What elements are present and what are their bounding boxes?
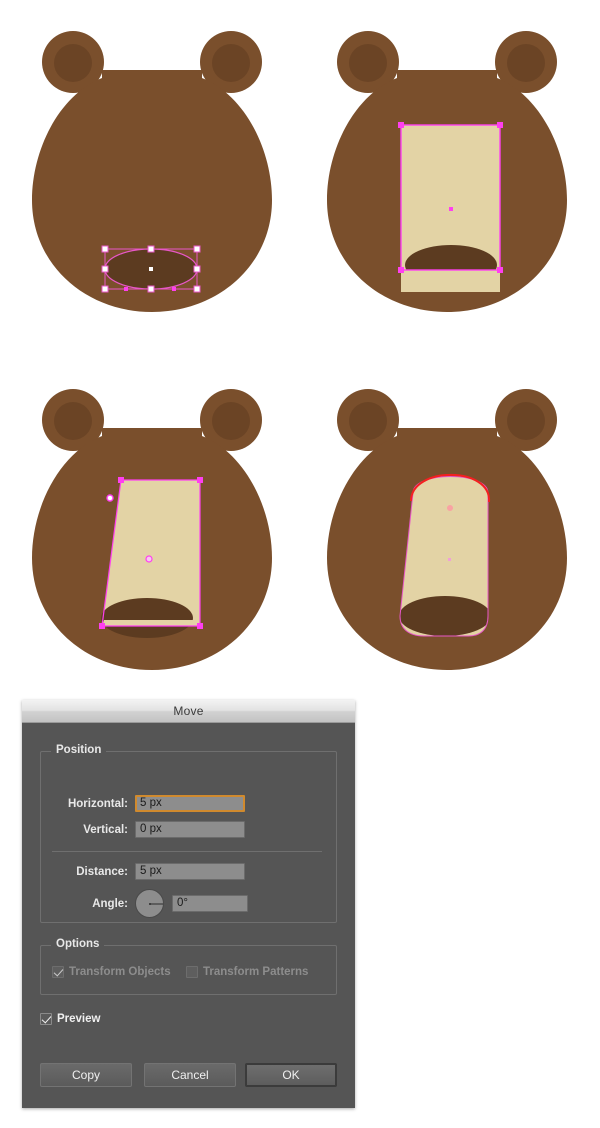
bear-inner-ear-left bbox=[349, 402, 387, 440]
distance-label: Distance: bbox=[76, 865, 128, 878]
illustration-step-2 bbox=[300, 0, 600, 350]
bear-inner-ear-right bbox=[507, 402, 545, 440]
illustration-grid bbox=[0, 0, 600, 700]
angle-dial-needle bbox=[149, 903, 163, 904]
bear-inner-ear-right bbox=[212, 402, 250, 440]
transform-patterns-row[interactable]: Transform Patterns bbox=[186, 966, 308, 978]
angle-field-row: Angle: bbox=[50, 889, 330, 918]
center-point bbox=[145, 555, 153, 563]
center-point bbox=[149, 267, 153, 271]
vertical-input[interactable] bbox=[135, 821, 245, 838]
bear-inner-ear-right bbox=[507, 44, 545, 82]
bear-inner-ear-right bbox=[212, 44, 250, 82]
illustration-step-1 bbox=[0, 0, 300, 350]
center-point bbox=[448, 558, 451, 561]
cancel-button[interactable]: Cancel bbox=[144, 1063, 236, 1087]
position-divider bbox=[52, 851, 322, 852]
horizontal-input[interactable] bbox=[135, 795, 245, 812]
horizontal-field-row: Horizontal: bbox=[50, 795, 330, 812]
position-group-legend: Position bbox=[51, 744, 107, 756]
vertical-field-row: Vertical: bbox=[50, 821, 330, 838]
ok-button[interactable]: OK bbox=[245, 1063, 337, 1087]
transform-objects-checkbox bbox=[52, 966, 64, 978]
control-point bbox=[106, 494, 114, 502]
transform-objects-row[interactable]: Transform Objects bbox=[52, 966, 171, 978]
preview-label: Preview bbox=[57, 1013, 101, 1025]
center-point bbox=[449, 207, 453, 211]
move-dialog: Move Position Horizontal: Vertical: Dist… bbox=[22, 700, 355, 1108]
options-group-legend: Options bbox=[51, 938, 105, 950]
angle-dial[interactable] bbox=[135, 889, 164, 918]
angle-label: Angle: bbox=[92, 897, 128, 910]
anchor-point-top bbox=[447, 505, 453, 511]
illustration-step-3 bbox=[0, 368, 300, 718]
dialog-title: Move bbox=[173, 704, 204, 718]
preview-checkbox bbox=[40, 1013, 52, 1025]
vertical-label: Vertical: bbox=[83, 823, 128, 836]
copy-button[interactable]: Copy bbox=[40, 1063, 132, 1087]
angle-dial-hub bbox=[148, 902, 151, 905]
transform-patterns-label: Transform Patterns bbox=[203, 966, 309, 978]
dialog-titlebar[interactable]: Move bbox=[22, 700, 355, 723]
dialog-body: Position Horizontal: Vertical: Distance:… bbox=[22, 723, 355, 1108]
bear-inner-ear-left bbox=[54, 44, 92, 82]
horizontal-label: Horizontal: bbox=[67, 797, 128, 810]
bear-inner-ear-left bbox=[349, 44, 387, 82]
preview-row[interactable]: Preview bbox=[40, 1013, 100, 1025]
muzzle-clip-cover bbox=[401, 270, 500, 292]
bear-nose-ellipse bbox=[101, 598, 193, 638]
dialog-button-bar: Copy Cancel OK bbox=[22, 1063, 355, 1103]
distance-input[interactable] bbox=[135, 863, 245, 880]
angle-input[interactable] bbox=[172, 895, 248, 912]
transform-objects-label: Transform Objects bbox=[69, 966, 171, 978]
transform-patterns-checkbox bbox=[186, 966, 198, 978]
distance-field-row: Distance: bbox=[50, 863, 330, 880]
bear-nose-ellipse bbox=[400, 596, 488, 636]
muzzle-clip-cover bbox=[102, 620, 200, 626]
bear-inner-ear-left bbox=[54, 402, 92, 440]
illustration-step-4 bbox=[300, 368, 600, 718]
